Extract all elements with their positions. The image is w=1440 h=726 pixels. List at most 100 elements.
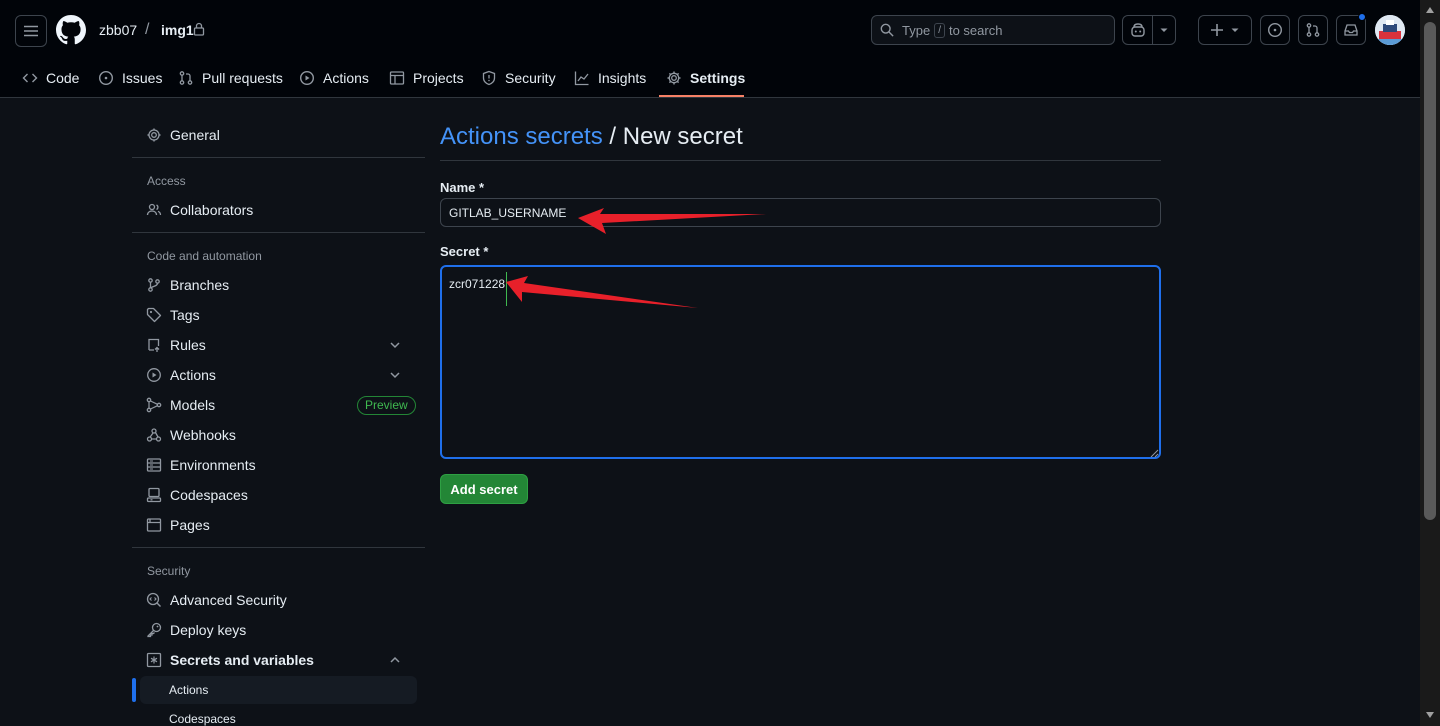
table-icon xyxy=(389,71,405,85)
sidebar-heading-security: Security xyxy=(147,564,191,578)
sidebar-item-deploy-keys[interactable]: Deploy keys xyxy=(132,615,417,645)
people-icon xyxy=(146,203,162,216)
issue-opened-icon xyxy=(1267,22,1283,38)
sidebar-item-label: Pages xyxy=(170,517,210,533)
breadcrumb-owner[interactable]: zbb07 xyxy=(99,22,137,38)
copilot-button-group xyxy=(1122,15,1176,45)
browser-icon xyxy=(146,518,162,532)
repo-push-icon xyxy=(148,338,160,352)
triangle-down-icon xyxy=(1231,28,1239,32)
sidebar-item-label: Models xyxy=(170,397,216,413)
copilot-icon xyxy=(1130,23,1145,37)
scroll-up-arrow-icon[interactable] xyxy=(1425,6,1435,14)
copilot-button[interactable] xyxy=(1123,16,1153,44)
git-pull-request-icon xyxy=(179,71,193,85)
inbox-icon xyxy=(1344,24,1358,36)
name-label: Name * xyxy=(440,180,485,195)
search-input[interactable]: Type / to search xyxy=(871,15,1115,45)
models-icon xyxy=(146,397,162,413)
sidebar-item-collaborators[interactable]: Collaborators xyxy=(132,195,417,225)
sidebar-item-advanced-security[interactable]: Advanced Security xyxy=(132,585,417,615)
title-separator: / xyxy=(602,123,623,150)
sidebar-item-label: Environments xyxy=(170,457,256,473)
sidebar-item-secrets-and-variables[interactable]: Secrets and variables xyxy=(132,645,417,675)
scroll-down-arrow-icon[interactable] xyxy=(1425,711,1435,719)
tab-actions[interactable]: Actions xyxy=(299,58,369,98)
triangle-down-icon xyxy=(1160,28,1168,32)
tab-label: Pull requests xyxy=(202,70,283,86)
avatar[interactable] xyxy=(1375,15,1405,45)
webhook-icon xyxy=(146,428,162,442)
hamburger-icon xyxy=(24,25,38,37)
create-new-button[interactable] xyxy=(1198,15,1252,45)
breadcrumb-separator: / xyxy=(145,21,150,38)
search-placeholder-prefix: Type xyxy=(902,22,931,38)
sidebar-item-general[interactable]: General xyxy=(132,120,417,150)
sidebar-item-label: Deploy keys xyxy=(170,622,247,638)
lock-icon xyxy=(193,22,205,36)
tab-label: Insights xyxy=(598,70,647,86)
active-tab-indicator xyxy=(659,95,744,97)
sidebar-item-environments[interactable]: Environments xyxy=(132,450,417,480)
chevron-down-icon[interactable] xyxy=(388,368,402,382)
chevron-down-icon[interactable] xyxy=(388,338,402,352)
sidebar-subitem-codespaces[interactable]: Codespaces xyxy=(140,705,417,726)
tab-security[interactable]: Security xyxy=(481,58,556,98)
tab-insights[interactable]: Insights xyxy=(574,58,646,98)
pull-requests-button[interactable] xyxy=(1298,15,1328,45)
gear-icon xyxy=(147,128,161,142)
chevron-up-icon[interactable] xyxy=(388,653,402,667)
secret-name-input[interactable] xyxy=(440,198,1161,227)
tab-pull-requests[interactable]: Pull requests xyxy=(178,58,283,98)
tab-label: Code xyxy=(46,70,80,86)
sidebar-divider xyxy=(132,157,425,158)
add-secret-button[interactable]: Add secret xyxy=(440,474,528,504)
title-current: New secret xyxy=(622,123,743,150)
sidebar-item-rules[interactable]: Rules xyxy=(132,330,417,360)
resize-handle-icon[interactable] xyxy=(1149,448,1159,458)
issues-button[interactable] xyxy=(1260,15,1290,45)
git-pull-request-icon xyxy=(1306,23,1320,37)
play-icon xyxy=(147,368,161,382)
sidebar-subitem-actions[interactable]: Actions xyxy=(140,676,417,704)
github-logo-icon[interactable] xyxy=(56,15,86,45)
tag-icon xyxy=(146,307,162,323)
codescan-icon xyxy=(146,592,161,607)
secret-label: Secret * xyxy=(440,244,489,259)
scrollbar-thumb[interactable] xyxy=(1424,22,1436,520)
breadcrumb-actions-secrets[interactable]: Actions secrets xyxy=(440,123,603,150)
sidebar-divider xyxy=(132,232,425,233)
sidebar-heading-access: Access xyxy=(147,174,186,188)
breadcrumb-repo[interactable]: img1 xyxy=(161,22,194,38)
tab-projects[interactable]: Projects xyxy=(389,58,464,98)
codespaces-icon xyxy=(146,487,162,503)
sidebar-item-label: Actions xyxy=(170,367,216,383)
plus-icon xyxy=(1211,24,1223,36)
copilot-dropdown-button[interactable] xyxy=(1153,16,1175,44)
key-asterisk-icon xyxy=(146,652,162,668)
tab-issues[interactable]: Issues xyxy=(98,58,162,98)
title-divider xyxy=(440,160,1161,161)
tab-label: Settings xyxy=(690,70,746,86)
sidebar-item-models[interactable]: Models Preview xyxy=(132,390,417,420)
sidebar-item-actions[interactable]: Actions xyxy=(132,360,417,390)
search-placeholder-suffix: to search xyxy=(948,22,1003,38)
sidebar-item-webhooks[interactable]: Webhooks xyxy=(132,420,417,450)
sidebar-divider xyxy=(132,547,425,548)
tab-settings[interactable]: Settings xyxy=(666,58,745,98)
sidebar-item-branches[interactable]: Branches xyxy=(132,270,417,300)
page-title: Actions secrets / New secret xyxy=(440,123,743,151)
sidebar-item-codespaces[interactable]: Codespaces xyxy=(132,480,417,510)
sidebar-item-label: Codespaces xyxy=(170,487,248,503)
app-header: zbb07 / img1 Type / to search Code Issue… xyxy=(0,0,1420,98)
sidebar-item-tags[interactable]: Tags xyxy=(132,300,417,330)
active-item-indicator xyxy=(132,678,136,702)
sidebar-item-label: General xyxy=(170,127,220,143)
search-shortcut-key: / xyxy=(934,22,945,38)
sidebar-item-pages[interactable]: Pages xyxy=(132,510,417,540)
tab-code[interactable]: Code xyxy=(22,58,79,98)
menu-button[interactable] xyxy=(15,15,47,47)
tab-label: Security xyxy=(505,70,556,86)
sidebar-item-label: Rules xyxy=(170,337,206,353)
secret-value-textarea[interactable]: zcr071228 xyxy=(440,265,1161,459)
